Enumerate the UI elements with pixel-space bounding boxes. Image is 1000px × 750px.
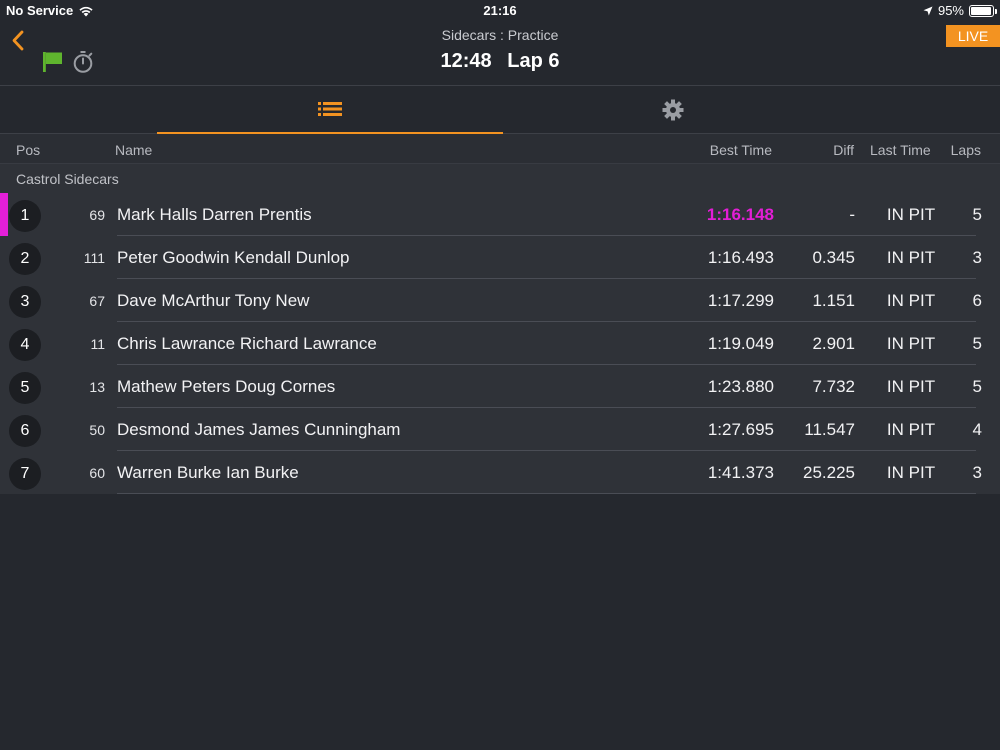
class-group-header: Castrol Sidecars xyxy=(0,164,1000,193)
time-diff: 25.225 xyxy=(803,463,855,482)
location-arrow-icon xyxy=(923,6,933,15)
time-diff: 7.732 xyxy=(812,377,855,396)
battery-icon xyxy=(969,4,997,17)
results-list: 1 69 Mark Halls Darren Prentis 1:16.148 - IN … xyxy=(0,193,1000,494)
driver-names: Mathew Peters Doug Cornes xyxy=(117,377,336,396)
column-laps[interactable]: Laps xyxy=(951,142,981,158)
time-diff: 2.901 xyxy=(812,334,855,353)
driver-names: Warren Burke Ian Burke xyxy=(117,463,299,482)
table-row[interactable]: 6 50 Desmond James James Cunningham 1:27.69… xyxy=(0,408,1000,451)
best-time: 1:17.299 xyxy=(707,291,774,310)
car-number: 69 xyxy=(89,207,105,223)
time-diff: 1.151 xyxy=(812,291,855,310)
table-row[interactable]: 1 69 Mark Halls Darren Prentis 1:16.148 - IN … xyxy=(0,193,1000,236)
position-badge: 6 xyxy=(9,415,41,447)
driver-names: Chris Lawrance Richard Lawrance xyxy=(117,334,377,353)
column-last-time[interactable]: Last Time xyxy=(870,142,931,158)
column-header-row: Pos Name Best Time Diff Last Time Laps xyxy=(0,134,1000,164)
best-time: 1:16.148 xyxy=(706,205,774,224)
lap-count: 3 xyxy=(972,463,982,482)
last-time: IN PIT xyxy=(886,248,936,267)
position-badge: 2 xyxy=(9,243,41,275)
last-time: IN PIT xyxy=(886,291,936,310)
battery-percent: 95% xyxy=(937,3,964,18)
last-time: IN PIT xyxy=(886,334,936,353)
lap-count: 3 xyxy=(972,248,982,267)
column-best-time[interactable]: Best Time xyxy=(710,142,772,158)
column-name[interactable]: Name xyxy=(115,142,152,158)
session-title: 12:48 Lap 6 xyxy=(0,50,1000,73)
column-diff[interactable]: Diff xyxy=(833,142,854,158)
session-subtitle: Sidecars : Practice xyxy=(441,27,559,43)
class-group-label: Castrol Sidecars xyxy=(16,171,119,187)
car-number: 67 xyxy=(89,293,105,309)
best-time: 1:19.049 xyxy=(707,334,774,353)
best-time: 1:41.373 xyxy=(707,463,774,482)
time-diff: 11.547 xyxy=(804,420,855,439)
time-diff: - xyxy=(849,205,855,224)
lap-count: 6 xyxy=(972,291,982,310)
lap-count: 4 xyxy=(972,420,982,439)
car-number: 13 xyxy=(89,379,105,395)
last-time: IN PIT xyxy=(886,377,936,396)
position-badge: 1 xyxy=(9,200,41,232)
live-badge[interactable]: LIVE xyxy=(946,25,1000,47)
car-number: 50 xyxy=(89,422,105,438)
tab-bar xyxy=(0,85,1000,134)
lap-counter: Lap 6 xyxy=(507,50,560,72)
status-right: 95% xyxy=(923,3,997,18)
session-clock: 12:48 xyxy=(440,50,492,72)
gear-icon xyxy=(662,99,684,121)
tab-timing-list[interactable] xyxy=(157,86,503,134)
car-number: 11 xyxy=(90,336,105,352)
driver-names: Peter Goodwin Kendall Dunlop xyxy=(117,248,350,267)
lap-count: 5 xyxy=(972,377,982,396)
status-bar: No Service 21:16 95% xyxy=(0,0,1000,20)
best-time: 1:23.880 xyxy=(707,377,774,396)
battery-fill xyxy=(971,6,991,15)
status-time: 21:16 xyxy=(483,3,517,18)
last-time: IN PIT xyxy=(886,463,936,482)
session-header: Sidecars : Practice 12:48 Lap 6 LIVE xyxy=(0,20,1000,85)
lap-count: 5 xyxy=(972,205,982,224)
last-time: IN PIT xyxy=(886,205,936,224)
row-divider xyxy=(117,493,976,494)
position-badge: 3 xyxy=(9,286,41,318)
last-time: IN PIT xyxy=(886,420,936,439)
driver-names: Desmond James James Cunningham xyxy=(117,420,401,439)
fastest-lap-marker xyxy=(0,193,8,236)
driver-names: Dave McArthur Tony New xyxy=(117,291,310,310)
position-badge: 4 xyxy=(9,329,41,361)
best-time: 1:16.493 xyxy=(707,248,774,267)
table-row[interactable]: 5 13 Mathew Peters Doug Cornes 1:23.880 7.73… xyxy=(0,365,1000,408)
table-row[interactable]: 3 67 Dave McArthur Tony New 1:17.299 1.151 IN… xyxy=(0,279,1000,322)
lap-count: 5 xyxy=(972,334,982,353)
table-row[interactable]: 4 11 Chris Lawrance Richard Lawrance 1:19.0… xyxy=(0,322,1000,365)
list-icon xyxy=(318,102,342,116)
car-number: 60 xyxy=(89,465,105,481)
column-pos[interactable]: Pos xyxy=(16,142,40,158)
tab-settings[interactable] xyxy=(503,86,843,134)
table-row[interactable]: 2 111 Peter Goodwin Kendall Dunlop 1:16.493… xyxy=(0,236,1000,279)
best-time: 1:27.695 xyxy=(707,420,774,439)
driver-names: Mark Halls Darren Prentis xyxy=(117,205,312,224)
table-row[interactable]: 7 60 Warren Burke Ian Burke 1:41.373 25.225 I… xyxy=(0,451,1000,494)
time-diff: 0.345 xyxy=(812,248,855,267)
position-badge: 7 xyxy=(9,458,41,490)
car-number: 111 xyxy=(83,250,105,266)
position-badge: 5 xyxy=(9,372,41,404)
